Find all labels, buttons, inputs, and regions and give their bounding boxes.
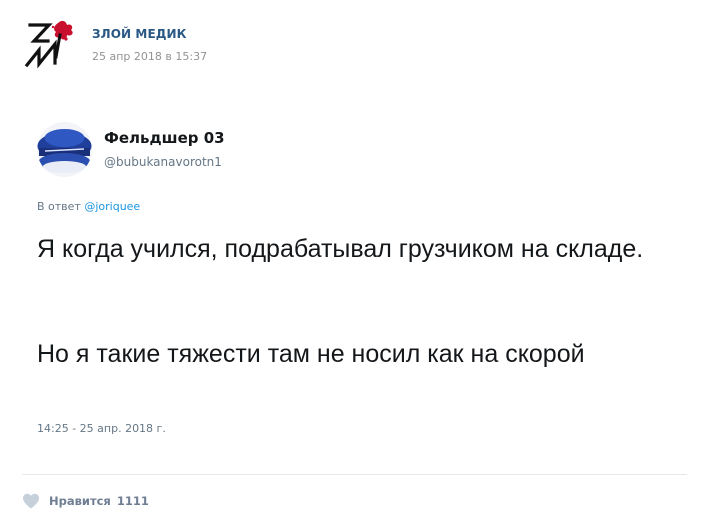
post-divider (22, 474, 687, 475)
group-logo-icon[interactable] (22, 17, 76, 69)
tweet-text-paragraph: Но я такие тяжести там не носил как на с… (37, 340, 585, 368)
reply-to-link[interactable]: @joriquee (84, 200, 140, 213)
like-count: 1111 (116, 494, 149, 508)
group-name-link[interactable]: ЗЛОЙ МЕДИК (92, 27, 187, 41)
tweet-text-paragraph: Я когда учился, подрабатывал грузчиком н… (37, 235, 644, 263)
tweet-reply-info: В ответ @joriquee (37, 200, 140, 213)
reply-prefix: В ответ (37, 200, 81, 213)
like-label: Нравится (49, 494, 111, 508)
post-date[interactable]: 25 апр 2018 в 15:37 (92, 50, 207, 63)
tweet-author-handle: @bubukanavorotn1 (104, 155, 222, 169)
tweet-author-name: Фельдшер 03 (104, 129, 225, 147)
tweet-author-avatar (37, 122, 92, 177)
like-button[interactable]: Нравится 1111 (22, 488, 149, 514)
tweet-timestamp: 14:25 - 25 апр. 2018 г. (37, 422, 166, 435)
heart-icon (22, 493, 40, 509)
